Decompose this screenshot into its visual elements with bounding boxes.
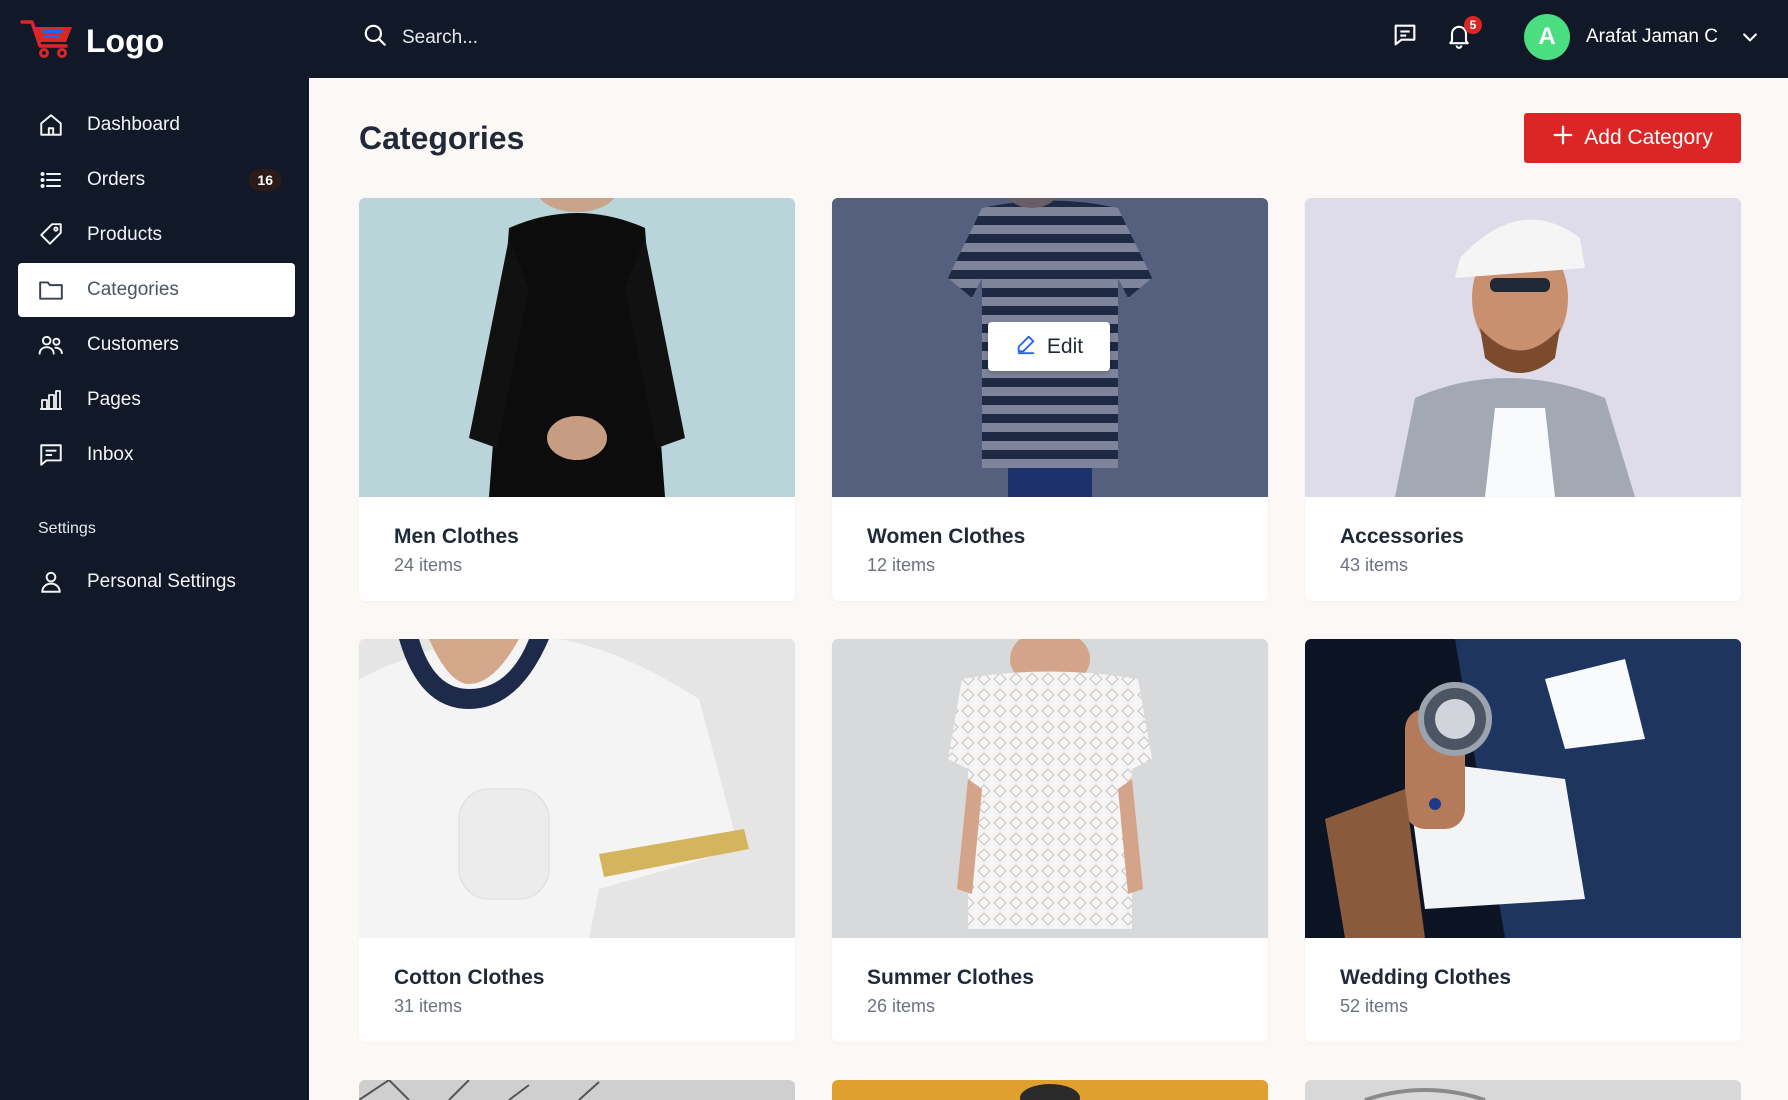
sidebar-item-label: Categories — [87, 279, 179, 300]
category-image — [832, 639, 1268, 938]
search-icon — [362, 22, 388, 53]
category-card[interactable]: Cotton Clothes 31 items — [359, 639, 795, 1042]
chevron-down-icon — [1740, 27, 1760, 47]
category-name: Summer Clothes — [867, 966, 1034, 989]
sidebar-item-personal-settings[interactable]: Personal Settings — [18, 555, 295, 609]
settings-heading: Settings — [38, 520, 96, 537]
category-card[interactable]: Men Clothes 24 items — [359, 198, 795, 601]
messages-button[interactable] — [1390, 22, 1420, 52]
sidebar-item-dashboard[interactable]: Dashboard — [18, 98, 295, 152]
category-name: Women Clothes — [867, 525, 1026, 548]
logo-text: Logo — [86, 23, 165, 59]
category-card[interactable]: Accessories 43 items — [1305, 198, 1741, 601]
user-name: Arafat Jaman C — [1586, 26, 1718, 47]
shopping-cart-icon — [20, 18, 76, 65]
user-menu[interactable]: A Arafat Jaman C — [1524, 14, 1760, 60]
sidebar: Dashboard Orders 16 Products Categories … — [0, 78, 309, 1100]
sidebar-item-products[interactable]: Products — [18, 208, 295, 262]
sidebar-item-label: Customers — [87, 334, 179, 355]
sidebar-item-orders[interactable]: Orders 16 — [18, 153, 295, 207]
category-count: 52 items — [1340, 996, 1409, 1016]
category-card-partial[interactable] — [359, 1080, 795, 1100]
tag-icon — [38, 222, 64, 248]
category-name: Men Clothes — [394, 525, 519, 548]
logo[interactable]: Logo — [20, 18, 164, 65]
pencil-icon — [1015, 333, 1037, 361]
add-category-label: Add Category — [1584, 126, 1713, 149]
page-title: Categories — [359, 120, 525, 156]
list-icon — [38, 167, 64, 193]
user-icon — [38, 569, 64, 595]
sidebar-item-label: Inbox — [87, 444, 134, 465]
chat-icon — [1391, 21, 1419, 54]
chart-icon — [38, 387, 64, 413]
folder-icon — [38, 277, 64, 303]
edit-label: Edit — [1046, 334, 1084, 358]
category-count: 24 items — [394, 555, 463, 575]
sidebar-item-label: Personal Settings — [87, 571, 236, 592]
sidebar-item-label: Products — [87, 224, 162, 245]
category-image — [359, 639, 795, 938]
category-image: Edit — [832, 198, 1268, 497]
add-category-button[interactable]: Add Category — [1524, 113, 1741, 163]
category-image — [1305, 198, 1741, 497]
category-image — [359, 198, 795, 497]
sidebar-item-inbox[interactable]: Inbox — [18, 428, 295, 482]
notifications-button[interactable]: 5 — [1444, 16, 1482, 52]
category-name: Cotton Clothes — [394, 966, 545, 989]
category-count: 31 items — [394, 996, 463, 1016]
users-icon — [38, 332, 64, 358]
top-bar: Logo 5 A Arafat Jaman C — [0, 0, 1788, 78]
plus-icon — [1552, 124, 1574, 152]
sidebar-item-label: Pages — [87, 389, 141, 410]
category-card-partial[interactable] — [832, 1080, 1268, 1100]
sidebar-item-categories[interactable]: Categories — [18, 263, 295, 317]
category-card-partial[interactable] — [1305, 1080, 1741, 1100]
category-card[interactable]: Summer Clothes 26 items — [832, 639, 1268, 1042]
category-name: Wedding Clothes — [1340, 966, 1512, 989]
category-card[interactable]: Wedding Clothes 52 items — [1305, 639, 1741, 1042]
sidebar-item-customers[interactable]: Customers — [18, 318, 295, 372]
category-count: 26 items — [867, 996, 936, 1016]
message-icon — [38, 442, 64, 468]
category-count: 12 items — [867, 555, 936, 575]
sidebar-item-label: Orders — [87, 169, 146, 190]
search-input[interactable] — [402, 26, 702, 49]
edit-button[interactable]: Edit — [988, 322, 1110, 371]
sidebar-item-pages[interactable]: Pages — [18, 373, 295, 427]
sidebar-item-label: Dashboard — [87, 114, 180, 135]
notification-badge: 5 — [1464, 16, 1482, 34]
orders-count-badge: 16 — [249, 169, 281, 191]
category-name: Accessories — [1340, 525, 1464, 548]
search-bar — [362, 22, 702, 53]
home-icon — [38, 112, 64, 138]
category-card[interactable]: Edit Women Clothes 12 items — [832, 198, 1268, 601]
category-count: 43 items — [1340, 555, 1409, 575]
category-image — [1305, 639, 1741, 938]
avatar: A — [1524, 14, 1570, 60]
